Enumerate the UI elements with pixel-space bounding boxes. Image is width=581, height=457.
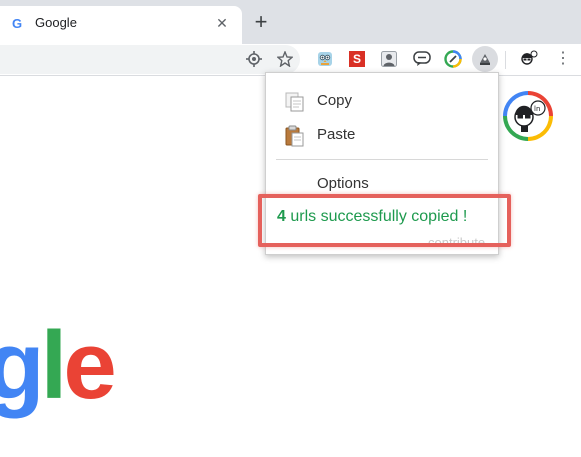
google-logo: gle — [0, 316, 117, 416]
logo-letter-e: e — [63, 312, 116, 419]
person-extension-icon[interactable] — [379, 49, 399, 69]
google-favicon-icon: G — [12, 16, 23, 31]
paste-menu-item[interactable]: Paste — [266, 119, 498, 151]
tab-strip: G Google ✕ + — [0, 0, 581, 44]
account-avatar[interactable]: ln — [503, 91, 553, 141]
logo-letter-l: l — [40, 312, 68, 419]
swirl-extension-icon[interactable] — [443, 49, 463, 69]
more-menu-icon[interactable]: ⋮ — [553, 49, 573, 69]
copy-urls-extension-icon[interactable] — [472, 46, 498, 72]
location-target-icon[interactable] — [244, 49, 264, 69]
copy-menu-item[interactable]: Copy — [266, 85, 498, 117]
avatar-image: ln — [507, 95, 549, 137]
paste-label: Paste — [317, 126, 356, 143]
menu-divider — [276, 159, 488, 160]
logo-letter-g: g — [0, 312, 45, 419]
s-extension-icon[interactable]: S — [347, 49, 367, 69]
chat-extension-icon[interactable] — [412, 49, 432, 69]
tab-close-icon[interactable]: ✕ — [213, 14, 231, 32]
s-extension-letter: S — [349, 51, 365, 67]
owl-extension-icon[interactable] — [315, 49, 335, 69]
copy-label: Copy — [317, 92, 353, 109]
copy-icon — [284, 91, 306, 113]
paste-icon — [284, 125, 306, 147]
tab-title: Google — [35, 15, 77, 30]
profile-icon[interactable] — [518, 49, 538, 69]
tab-google[interactable]: G Google ✕ — [0, 6, 242, 44]
toolbar-divider — [505, 51, 506, 69]
star-bookmark-icon[interactable] — [275, 49, 295, 69]
svg-text:ln: ln — [534, 105, 540, 113]
new-tab-button[interactable]: + — [250, 11, 272, 33]
annotation-highlight-box — [258, 194, 511, 247]
